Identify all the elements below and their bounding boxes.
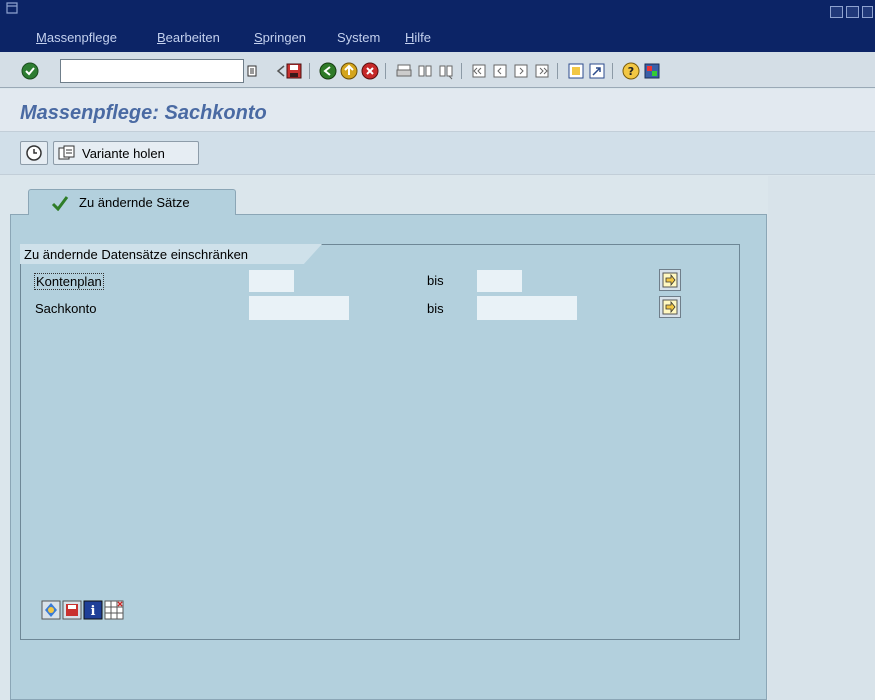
right-background xyxy=(768,176,875,700)
back-icon[interactable] xyxy=(319,62,337,80)
first-page-icon[interactable] xyxy=(470,62,488,80)
title-menu-bar xyxy=(0,0,875,52)
get-variant-button[interactable]: Variante holen xyxy=(53,141,199,165)
command-field-dropdown-icon[interactable] xyxy=(243,62,261,80)
variant-attributes-icon[interactable] xyxy=(41,600,61,620)
sachkonto-from-input[interactable] xyxy=(249,296,349,320)
exit-icon[interactable] xyxy=(340,62,358,80)
arrow-right-icon xyxy=(662,272,678,288)
sachkonto-label: Sachkonto xyxy=(35,301,97,316)
save-variant-icon[interactable] xyxy=(62,600,82,620)
menu-massenpflege[interactable]: Massenpflege xyxy=(36,30,117,45)
info-icon[interactable]: i xyxy=(83,600,103,620)
kontenplan-label: Kontenplan xyxy=(34,273,104,290)
tab-zu-aendernde-saetze[interactable]: Zu ändernde Sätze xyxy=(28,189,236,215)
arrow-right-icon xyxy=(662,299,678,315)
menu-hilfe[interactable]: Hilfe xyxy=(405,30,431,45)
shortcut-icon[interactable] xyxy=(588,62,606,80)
group-caption: Zu ändernde Datensätze einschränken xyxy=(24,247,249,262)
menu-springen[interactable]: Springen xyxy=(254,30,306,45)
maximize-icon[interactable] xyxy=(846,6,859,18)
command-field[interactable] xyxy=(60,59,244,83)
enter-icon[interactable] xyxy=(21,62,39,80)
next-page-icon[interactable] xyxy=(512,62,530,80)
svg-text:?: ? xyxy=(628,65,634,78)
find-icon[interactable] xyxy=(416,62,434,80)
close-window-icon[interactable] xyxy=(862,6,873,18)
kontenplan-from-input[interactable] xyxy=(249,270,294,292)
minimize-icon[interactable] xyxy=(830,6,843,18)
checkmark-icon xyxy=(51,196,69,211)
previous-page-icon[interactable] xyxy=(491,62,509,80)
save-icon[interactable] xyxy=(285,62,303,80)
kontenplan-multiple-selection-button[interactable] xyxy=(659,269,681,291)
help-icon[interactable]: ? xyxy=(622,62,640,80)
cancel-icon[interactable] xyxy=(361,62,379,80)
find-next-icon[interactable] xyxy=(437,62,455,80)
print-icon[interactable] xyxy=(395,62,413,80)
toolbar-separator xyxy=(385,63,386,79)
execute-button[interactable] xyxy=(20,141,48,165)
get-variant-icon xyxy=(58,145,75,160)
last-page-icon[interactable] xyxy=(533,62,551,80)
sachkonto-to-input[interactable] xyxy=(477,296,577,320)
toolbar-separator xyxy=(461,63,462,79)
menu-system[interactable]: System xyxy=(337,30,380,45)
tab-label: Zu ändernde Sätze xyxy=(79,195,190,210)
page-title: Massenpflege: Sachkonto xyxy=(20,102,267,124)
toolbar-separator xyxy=(557,63,558,79)
table-settings-icon[interactable] xyxy=(104,600,124,620)
sachkonto-bis-label: bis xyxy=(427,301,444,316)
sachkonto-multiple-selection-button[interactable] xyxy=(659,296,681,318)
toolbar-separator xyxy=(309,63,310,79)
clock-execute-icon xyxy=(26,145,42,161)
svg-text:i: i xyxy=(91,604,96,619)
toolbar-separator xyxy=(612,63,613,79)
kontenplan-to-input[interactable] xyxy=(477,270,522,292)
menu-bearbeiten[interactable]: Bearbeiten xyxy=(157,30,220,45)
system-menu-icon[interactable] xyxy=(6,2,18,16)
kontenplan-bis-label: bis xyxy=(427,273,444,288)
layout-menu-icon[interactable] xyxy=(643,62,661,80)
get-variant-label: Variante holen xyxy=(82,145,165,161)
create-session-icon[interactable] xyxy=(567,62,585,80)
group-box xyxy=(20,244,740,640)
